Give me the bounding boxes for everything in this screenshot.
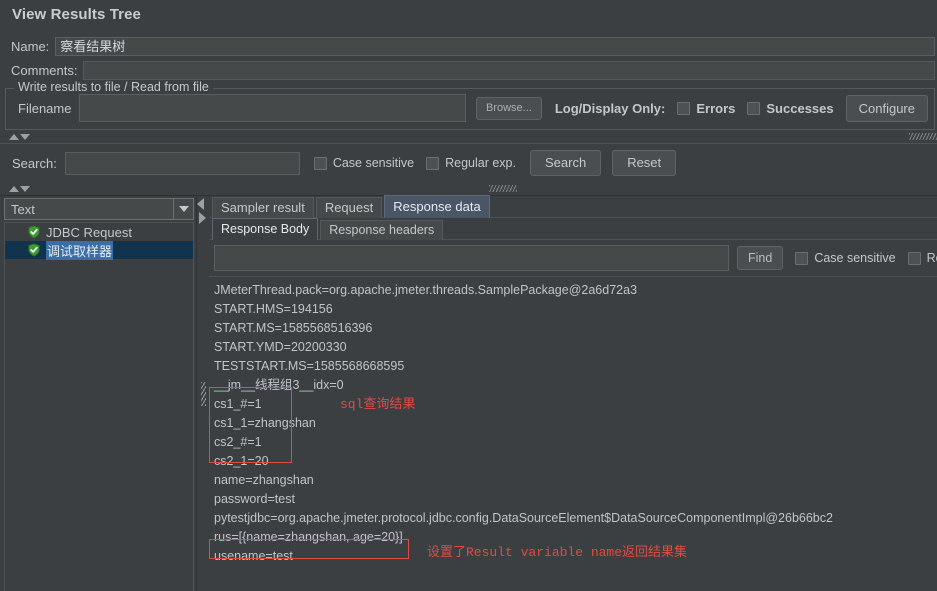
collapse-down-icon-2[interactable] [20, 185, 30, 192]
response-line: TESTSTART.MS=1585568668595 [214, 359, 405, 373]
response-body-text-area[interactable]: JMeterThread.pack=org.apache.jmeter.thre… [209, 276, 937, 591]
results-tree[interactable]: JDBC Request 调试取样器 [4, 222, 194, 591]
find-input[interactable] [214, 245, 729, 271]
find-regular-exp-checkbox[interactable] [907, 251, 921, 265]
response-line: cs1_1=zhangshan [214, 416, 316, 430]
comments-label: Comments: [11, 63, 78, 78]
name-label: Name: [11, 39, 50, 54]
response-line: cs2_1=20 [214, 454, 269, 468]
comments-input[interactable] [83, 61, 935, 80]
reset-button[interactable]: Reset [612, 150, 677, 176]
response-line: password=test [214, 492, 295, 506]
response-line: JMeterThread.pack=org.apache.jmeter.thre… [214, 283, 638, 297]
page-title: View Results Tree [12, 6, 141, 23]
tab-request[interactable]: Request [315, 197, 383, 218]
titlebar: View Results Tree [0, 0, 937, 33]
find-regular-exp-label: Regular [926, 251, 937, 265]
filename-input[interactable] [79, 94, 466, 122]
successes-label: Successes [766, 100, 834, 116]
response-line: START.MS=1585568516396 [214, 321, 373, 335]
panel-collapse-strip-bottom[interactable] [0, 182, 937, 195]
results-tree-panel: Text JDBC Request 调试取样器 [0, 196, 197, 591]
errors-checkbox[interactable] [677, 101, 691, 115]
browse-button[interactable]: Browse... [475, 96, 542, 120]
search-regular-exp-label: Regular exp. [445, 156, 516, 170]
tab-sampler-result[interactable]: Sampler result [212, 197, 314, 218]
response-line: cs2_#=1 [214, 435, 262, 449]
collapse-up-icon-2[interactable] [9, 185, 19, 192]
tab-response-data[interactable]: Response data [384, 195, 490, 218]
tree-item-debug-sampler[interactable]: 调试取样器 [5, 240, 193, 260]
horizontal-splitter-grip-2[interactable] [489, 185, 517, 192]
response-line: pytestjdbc=org.apache.jmeter.protocol.jd… [214, 511, 833, 525]
search-case-sensitive-label: Case sensitive [332, 156, 415, 170]
write-results-groupbox: Write results to file / Read from file F… [5, 80, 935, 130]
search-button[interactable]: Search [529, 150, 602, 176]
result-variable-annotation: 设置了Result variable name返回结果集 [427, 545, 688, 560]
success-shield-icon [27, 225, 41, 239]
log-display-only-label: Log/Display Only: [554, 100, 666, 116]
find-case-sensitive-label: Case sensitive [814, 251, 896, 265]
find-button[interactable]: Find [737, 246, 784, 270]
horizontal-splitter-grip[interactable] [909, 133, 937, 140]
comments-row: Comments: [0, 59, 937, 82]
response-line: START.HMS=194156 [214, 302, 333, 316]
response-line: cs1_#=1 [214, 397, 262, 411]
filename-label: Filename [18, 100, 72, 116]
response-subtabs: Response Body Response headers [209, 218, 937, 240]
search-input[interactable] [64, 151, 300, 175]
main-split: Text JDBC Request 调试取样器 Sampler result R… [0, 195, 937, 591]
result-tabs: Sampler result Request Response data [209, 195, 937, 218]
collapse-down-icon[interactable] [20, 133, 30, 140]
name-input[interactable]: 察看结果树 [55, 37, 935, 56]
vertical-splitter[interactable] [197, 196, 209, 591]
configure-button[interactable]: Configure [845, 94, 928, 122]
search-label: Search: [12, 155, 57, 171]
find-case-sensitive-checkbox[interactable] [795, 251, 809, 265]
tree-item-jdbc-request[interactable]: JDBC Request [5, 223, 193, 241]
chevron-down-icon[interactable] [173, 199, 193, 219]
name-row: Name: 察看结果树 [0, 34, 937, 59]
panel-collapse-strip-top[interactable] [0, 130, 937, 143]
render-type-combobox[interactable]: Text [4, 198, 194, 220]
render-type-value: Text [11, 201, 35, 217]
search-panel: Search: Case sensitive Regular exp. Sear… [0, 143, 937, 182]
successes-checkbox[interactable] [747, 101, 761, 115]
response-line: START.YMD=20200330 [214, 340, 347, 354]
splitter-collapse-left-icon[interactable] [197, 198, 204, 210]
write-results-legend: Write results to file / Read from file [14, 80, 213, 94]
search-case-sensitive-checkbox[interactable] [313, 156, 327, 170]
find-row: Find Case sensitive Regular [209, 240, 937, 276]
response-line: name=zhangshan [214, 473, 314, 487]
splitter-collapse-right-icon[interactable] [199, 212, 206, 224]
sql-result-annotation: sql查询结果 [340, 397, 416, 412]
tree-item-label: JDBC Request [46, 224, 132, 240]
success-shield-icon [27, 243, 41, 257]
view-results-tree-window: View Results Tree Name: 察看结果树 Comments: … [0, 0, 937, 591]
search-regular-exp-checkbox[interactable] [426, 156, 440, 170]
tree-item-label: 调试取样器 [46, 240, 114, 260]
errors-label: Errors [696, 100, 736, 116]
collapse-up-icon[interactable] [9, 133, 19, 140]
write-results-content: Filename Browse... Log/Display Only: Err… [12, 94, 928, 122]
vertical-splitter-grip[interactable] [200, 381, 206, 406]
sample-detail-panel: Sampler result Request Response data Res… [209, 195, 937, 591]
response-line: __jm__线程组3__idx=0 [214, 378, 344, 392]
subtab-response-body[interactable]: Response Body [212, 218, 319, 240]
subtab-response-headers[interactable]: Response headers [320, 220, 444, 240]
